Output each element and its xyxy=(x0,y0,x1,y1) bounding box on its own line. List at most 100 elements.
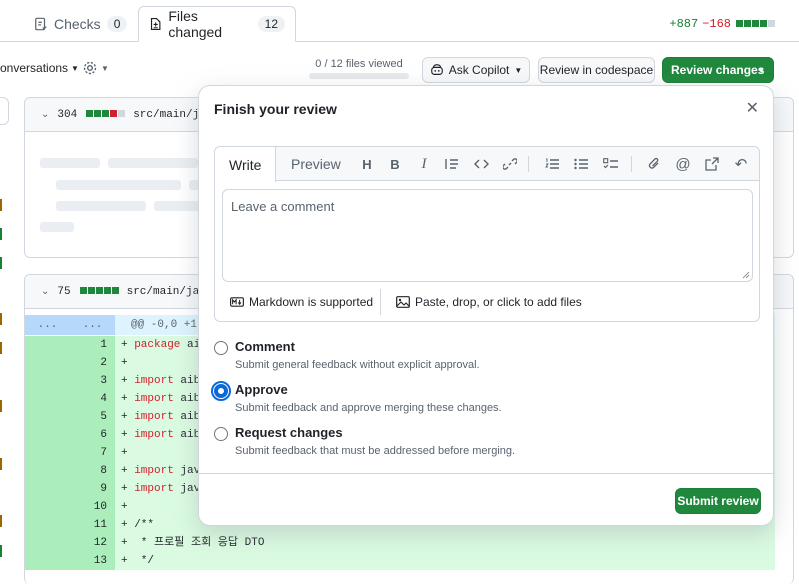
ask-copilot-button[interactable]: Ask Copilot ▼ xyxy=(422,57,530,83)
file-filter-input[interactable] xyxy=(0,97,9,125)
tab-checks[interactable]: Checks 0 xyxy=(24,6,137,42)
line-number[interactable]: 6 xyxy=(25,426,115,444)
tab-files-changed-label: Files changed xyxy=(168,8,223,40)
mention-icon[interactable]: @ xyxy=(673,155,693,173)
line-number[interactable]: 3 xyxy=(25,372,115,390)
bold-icon[interactable]: B xyxy=(385,155,405,173)
focus-ring xyxy=(211,381,231,401)
attach-files-button[interactable]: Paste, drop, or click to add files xyxy=(381,295,582,309)
chevron-down-icon[interactable]: ⌄ xyxy=(41,109,49,121)
file-tree-marker xyxy=(0,228,2,240)
ordered-list-icon[interactable] xyxy=(542,155,562,173)
line-number[interactable]: 9 xyxy=(25,480,115,498)
toolbar-divider xyxy=(528,156,529,172)
files-viewed-progress xyxy=(309,73,409,79)
file-diff-icon xyxy=(150,17,161,31)
checklist-icon xyxy=(35,17,47,31)
code-keyword: import xyxy=(134,393,174,405)
link-icon[interactable] xyxy=(500,155,520,173)
gear-icon xyxy=(83,61,97,75)
heading-icon[interactable]: H xyxy=(357,155,377,173)
conversations-dropdown[interactable]: onversations ▼ xyxy=(0,61,79,75)
file-diffstat-bar xyxy=(79,286,119,298)
review-in-codespace-label: Review in codespace xyxy=(539,63,654,77)
line-number[interactable]: 1 xyxy=(25,336,115,354)
line-number[interactable]: 8 xyxy=(25,462,115,480)
editor-footer: Markdown is supported Paste, drop, or cl… xyxy=(215,283,759,321)
pr-tab-bar: Checks 0 Files changed 12 +887 −168 xyxy=(0,0,799,42)
option-label[interactable]: Approve xyxy=(235,382,288,397)
radio-request-changes[interactable] xyxy=(214,427,228,441)
italic-icon[interactable]: I xyxy=(414,155,434,173)
code-icon[interactable] xyxy=(471,155,491,173)
hunk-expand-right[interactable]: ... xyxy=(70,315,115,335)
line-number[interactable]: 5 xyxy=(25,408,115,426)
editor-tabs: Write Preview H B I @ ↶ xyxy=(215,147,759,182)
option-description: Submit feedback and approve merging thes… xyxy=(235,402,502,414)
cross-reference-icon[interactable] xyxy=(702,155,722,173)
close-icon[interactable]: ✕ xyxy=(746,98,759,118)
unordered-list-icon[interactable] xyxy=(571,155,591,173)
tab-files-changed[interactable]: Files changed 12 xyxy=(138,6,296,42)
diffstat-bar xyxy=(735,17,775,31)
file-tree-marker xyxy=(0,313,2,325)
file-diffstat-bar xyxy=(85,109,126,121)
loading-skeleton xyxy=(154,201,204,211)
code-keyword: package xyxy=(134,339,181,351)
line-number[interactable]: 11 xyxy=(25,516,115,534)
line-number[interactable]: 4 xyxy=(25,390,115,408)
markdown-icon xyxy=(230,297,244,307)
line-number[interactable]: 2 xyxy=(25,354,115,372)
file-path[interactable]: src/main/jav xyxy=(127,286,206,298)
loading-skeleton xyxy=(40,222,74,232)
option-label[interactable]: Comment xyxy=(235,339,295,354)
reply-icon[interactable]: ↶ xyxy=(731,155,751,173)
quote-icon[interactable] xyxy=(442,155,462,173)
tab-write[interactable]: Write xyxy=(215,147,277,182)
line-code: + */ xyxy=(115,552,775,570)
loading-skeleton xyxy=(56,201,146,211)
toolbar-divider xyxy=(631,156,632,172)
comment-placeholder: Leave a comment xyxy=(231,199,335,214)
resize-handle-icon[interactable] xyxy=(742,271,750,279)
line-number[interactable]: 13 xyxy=(25,552,115,570)
task-list-icon[interactable] xyxy=(600,155,620,173)
code-keyword: import xyxy=(134,465,174,477)
file-tree-marker xyxy=(0,199,2,211)
hunk-expand-left[interactable]: ... xyxy=(25,315,70,335)
review-changes-button[interactable]: Review changes ▼ xyxy=(662,57,774,83)
diff-settings-button[interactable]: ▼ xyxy=(82,60,109,76)
diff-line: 13 + */ xyxy=(25,552,775,570)
additions-count: +887 xyxy=(669,17,699,31)
comment-textarea[interactable]: Leave a comment xyxy=(222,189,753,282)
tab-checks-counter: 0 xyxy=(106,16,128,32)
option-description: Submit general feedback without explicit… xyxy=(235,359,480,371)
code-keyword: import xyxy=(134,375,174,387)
code-text: */ xyxy=(134,555,155,567)
tab-preview[interactable]: Preview xyxy=(277,147,355,181)
line-number[interactable]: 10 xyxy=(25,498,115,516)
file-path[interactable]: src/main/ja xyxy=(133,109,206,121)
paperclip-icon[interactable] xyxy=(644,155,664,173)
chevron-down-icon[interactable]: ⌄ xyxy=(41,286,49,298)
markdown-supported-link[interactable]: Markdown is supported xyxy=(215,289,381,315)
review-in-codespace-button[interactable]: Review in codespace xyxy=(538,57,655,83)
file-change-count: 304 xyxy=(57,108,78,121)
caret-down-icon: ▼ xyxy=(71,63,79,73)
code-text: /** xyxy=(134,519,155,531)
radio-comment[interactable] xyxy=(214,341,228,355)
dialog-divider xyxy=(199,473,773,474)
attach-label: Paste, drop, or click to add files xyxy=(415,295,582,309)
submit-review-button[interactable]: Submit review xyxy=(675,488,761,514)
line-number[interactable]: 7 xyxy=(25,444,115,462)
code-keyword: import xyxy=(134,483,174,495)
caret-down-icon: ▼ xyxy=(757,65,765,75)
comment-editor: Write Preview H B I @ ↶ Leave a comment xyxy=(214,146,760,322)
image-icon xyxy=(396,296,410,308)
review-changes-label: Review changes xyxy=(671,63,765,77)
copilot-icon xyxy=(430,64,443,75)
option-label[interactable]: Request changes xyxy=(235,425,343,440)
line-number[interactable]: 12 xyxy=(25,534,115,552)
diffstat: +887 −168 xyxy=(669,17,775,31)
submit-review-label: Submit review xyxy=(677,494,759,508)
